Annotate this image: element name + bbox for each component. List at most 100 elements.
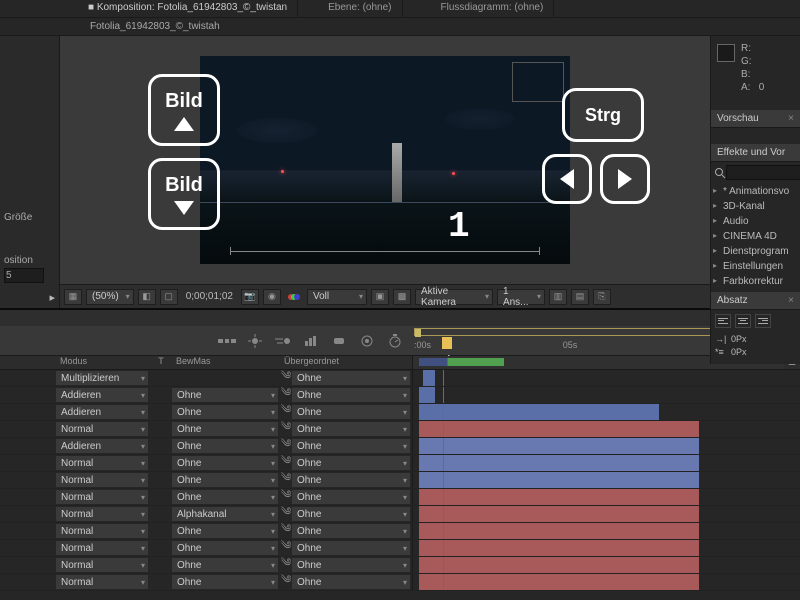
layer-duration-bar[interactable] <box>419 455 699 471</box>
blend-mode-dropdown[interactable]: Addieren <box>56 388 148 402</box>
layer-row[interactable]: Multiplizieren༄Ohne <box>0 370 800 387</box>
channels-icon[interactable] <box>285 289 303 305</box>
layer-row[interactable]: NormalAlphakanal༄Ohne <box>0 506 800 523</box>
track-matte-dropdown[interactable]: Ohne <box>172 456 278 470</box>
layer-row[interactable]: NormalOhne༄Ohne <box>0 557 800 574</box>
parent-dropdown[interactable]: Ohne <box>292 558 410 572</box>
blend-mode-dropdown[interactable]: Normal <box>56 558 148 572</box>
blend-mode-dropdown[interactable]: Normal <box>56 473 148 487</box>
res-icon[interactable]: ◧ <box>138 289 156 305</box>
blend-mode-dropdown[interactable]: Normal <box>56 524 148 538</box>
tool-sun-icon[interactable] <box>246 332 264 350</box>
layer-duration-bar[interactable] <box>419 421 699 437</box>
view-opt3-icon[interactable]: ⎘ <box>593 289 611 305</box>
effect-category-item[interactable]: Farbkorrektur <box>711 274 800 289</box>
parent-dropdown[interactable]: Ohne <box>292 541 410 555</box>
tool-marker-icon[interactable] <box>358 332 376 350</box>
composition-viewport[interactable]: 1 Bild Bild Strg <box>60 36 710 284</box>
track-matte-dropdown[interactable]: Ohne <box>172 558 278 572</box>
track-matte-dropdown[interactable]: Ohne <box>172 405 278 419</box>
tab-flussdiagramm[interactable]: Flussdiagramm: (ohne) <box>431 0 555 17</box>
track-matte-dropdown[interactable]: Ohne <box>172 422 278 436</box>
views-dropdown[interactable]: 1 Ans... <box>497 289 545 305</box>
cti-playhead[interactable] <box>442 337 452 349</box>
effect-category-item[interactable]: * Animationsvo <box>711 184 800 199</box>
layer-row[interactable]: NormalOhne༄Ohne <box>0 540 800 557</box>
layer-duration-bar[interactable] <box>419 387 435 403</box>
parent-dropdown[interactable]: Ohne <box>292 507 410 521</box>
zoom-dropdown[interactable]: (50%) <box>86 289 134 305</box>
parent-dropdown[interactable]: Ohne <box>292 473 410 487</box>
parent-dropdown[interactable]: Ohne <box>292 439 410 453</box>
track-matte-dropdown[interactable]: Ohne <box>172 388 278 402</box>
expand-icon[interactable]: ▸ <box>49 291 55 304</box>
layer-duration-bar[interactable] <box>419 472 699 488</box>
tab-composition[interactable]: ■ Komposition: Fotolia_61942803_©_twista… <box>78 0 298 17</box>
effect-category-item[interactable]: Einstellungen <box>711 259 800 274</box>
parent-dropdown[interactable]: Ohne <box>292 371 410 385</box>
effect-category-item[interactable]: CINEMA 4D <box>711 229 800 244</box>
close-icon[interactable]: × <box>788 295 794 306</box>
view-opt1-icon[interactable]: ▥ <box>549 289 567 305</box>
tool-graph-icon[interactable] <box>302 332 320 350</box>
blend-mode-dropdown[interactable]: Normal <box>56 541 148 555</box>
grid-icon[interactable]: ▦ <box>64 289 82 305</box>
blend-mode-dropdown[interactable]: Multiplizieren <box>56 371 148 385</box>
parent-dropdown[interactable]: Ohne <box>292 405 410 419</box>
effect-category-item[interactable]: 3D-Kanal <box>711 199 800 214</box>
layer-row[interactable]: NormalOhne༄Ohne <box>0 455 800 472</box>
effect-category-item[interactable]: Audio <box>711 214 800 229</box>
effect-category-item[interactable]: Dienstprogram <box>711 244 800 259</box>
parent-dropdown[interactable]: Ohne <box>292 490 410 504</box>
tool-stopwatch-icon[interactable] <box>386 332 404 350</box>
snapshot-icon[interactable]: ◉ <box>263 289 281 305</box>
track-matte-dropdown[interactable]: Ohne <box>172 439 278 453</box>
layer-row[interactable]: NormalOhne༄Ohne <box>0 574 800 591</box>
tab-ebene[interactable]: Ebene: (ohne) <box>318 0 402 17</box>
effects-search-input[interactable] <box>726 165 800 180</box>
tab-vorschau[interactable]: Vorschau× <box>711 110 800 128</box>
layer-row[interactable]: NormalOhne༄Ohne <box>0 523 800 540</box>
indent-left[interactable]: →|0 Px <box>715 334 796 344</box>
parent-dropdown[interactable]: Ohne <box>292 388 410 402</box>
value-input[interactable] <box>4 268 44 283</box>
parent-dropdown[interactable]: Ohne <box>292 524 410 538</box>
blend-mode-dropdown[interactable]: Addieren <box>56 405 148 419</box>
align-right-button[interactable] <box>755 314 771 328</box>
camera-icon[interactable]: 📷 <box>241 289 259 305</box>
search-icon[interactable] <box>714 165 726 181</box>
layer-duration-bar[interactable] <box>419 557 699 573</box>
resolution-dropdown[interactable]: Voll <box>307 289 367 305</box>
track-matte-dropdown[interactable]: Ohne <box>172 490 278 504</box>
layer-row[interactable]: NormalOhne༄Ohne <box>0 472 800 489</box>
layer-duration-bar[interactable] <box>419 489 699 505</box>
camera-dropdown[interactable]: Aktive Kamera <box>415 289 493 305</box>
blend-mode-dropdown[interactable]: Normal <box>56 422 148 436</box>
track-matte-dropdown[interactable]: Ohne <box>172 541 278 555</box>
layer-duration-bar[interactable] <box>419 404 659 420</box>
tool-eraser-icon[interactable] <box>330 332 348 350</box>
pickwhip-icon[interactable]: ༄ <box>280 567 292 598</box>
parent-dropdown[interactable]: Ohne <box>292 422 410 436</box>
blend-mode-dropdown[interactable]: Normal <box>56 575 148 589</box>
layer-row[interactable]: NormalOhne༄Ohne <box>0 421 800 438</box>
track-matte-dropdown[interactable]: Alphakanal <box>172 507 278 521</box>
parent-dropdown[interactable]: Ohne <box>292 575 410 589</box>
layer-duration-bar[interactable] <box>419 438 699 454</box>
parent-dropdown[interactable]: Ohne <box>292 456 410 470</box>
layer-row[interactable]: NormalOhne༄Ohne <box>0 489 800 506</box>
layer-row[interactable]: AddierenOhne༄Ohne <box>0 404 800 421</box>
col-t[interactable]: T <box>150 356 172 369</box>
close-icon[interactable]: × <box>788 113 794 124</box>
transparency-icon[interactable]: ▩ <box>393 289 411 305</box>
tab-absatz[interactable]: Absatz× <box>711 292 800 310</box>
track-matte-dropdown[interactable]: Ohne <box>172 575 278 589</box>
timecode-display[interactable]: 0;00;01;02 <box>182 291 237 302</box>
blend-mode-dropdown[interactable]: Normal <box>56 490 148 504</box>
tool-sequence-icon[interactable] <box>218 332 236 350</box>
col-bewmas[interactable]: BewMas <box>172 356 280 369</box>
layer-row[interactable]: AddierenOhne༄Ohne <box>0 438 800 455</box>
view-opt2-icon[interactable]: ▤ <box>571 289 589 305</box>
tool-motion-blur-icon[interactable] <box>274 332 292 350</box>
align-center-button[interactable] <box>735 314 751 328</box>
